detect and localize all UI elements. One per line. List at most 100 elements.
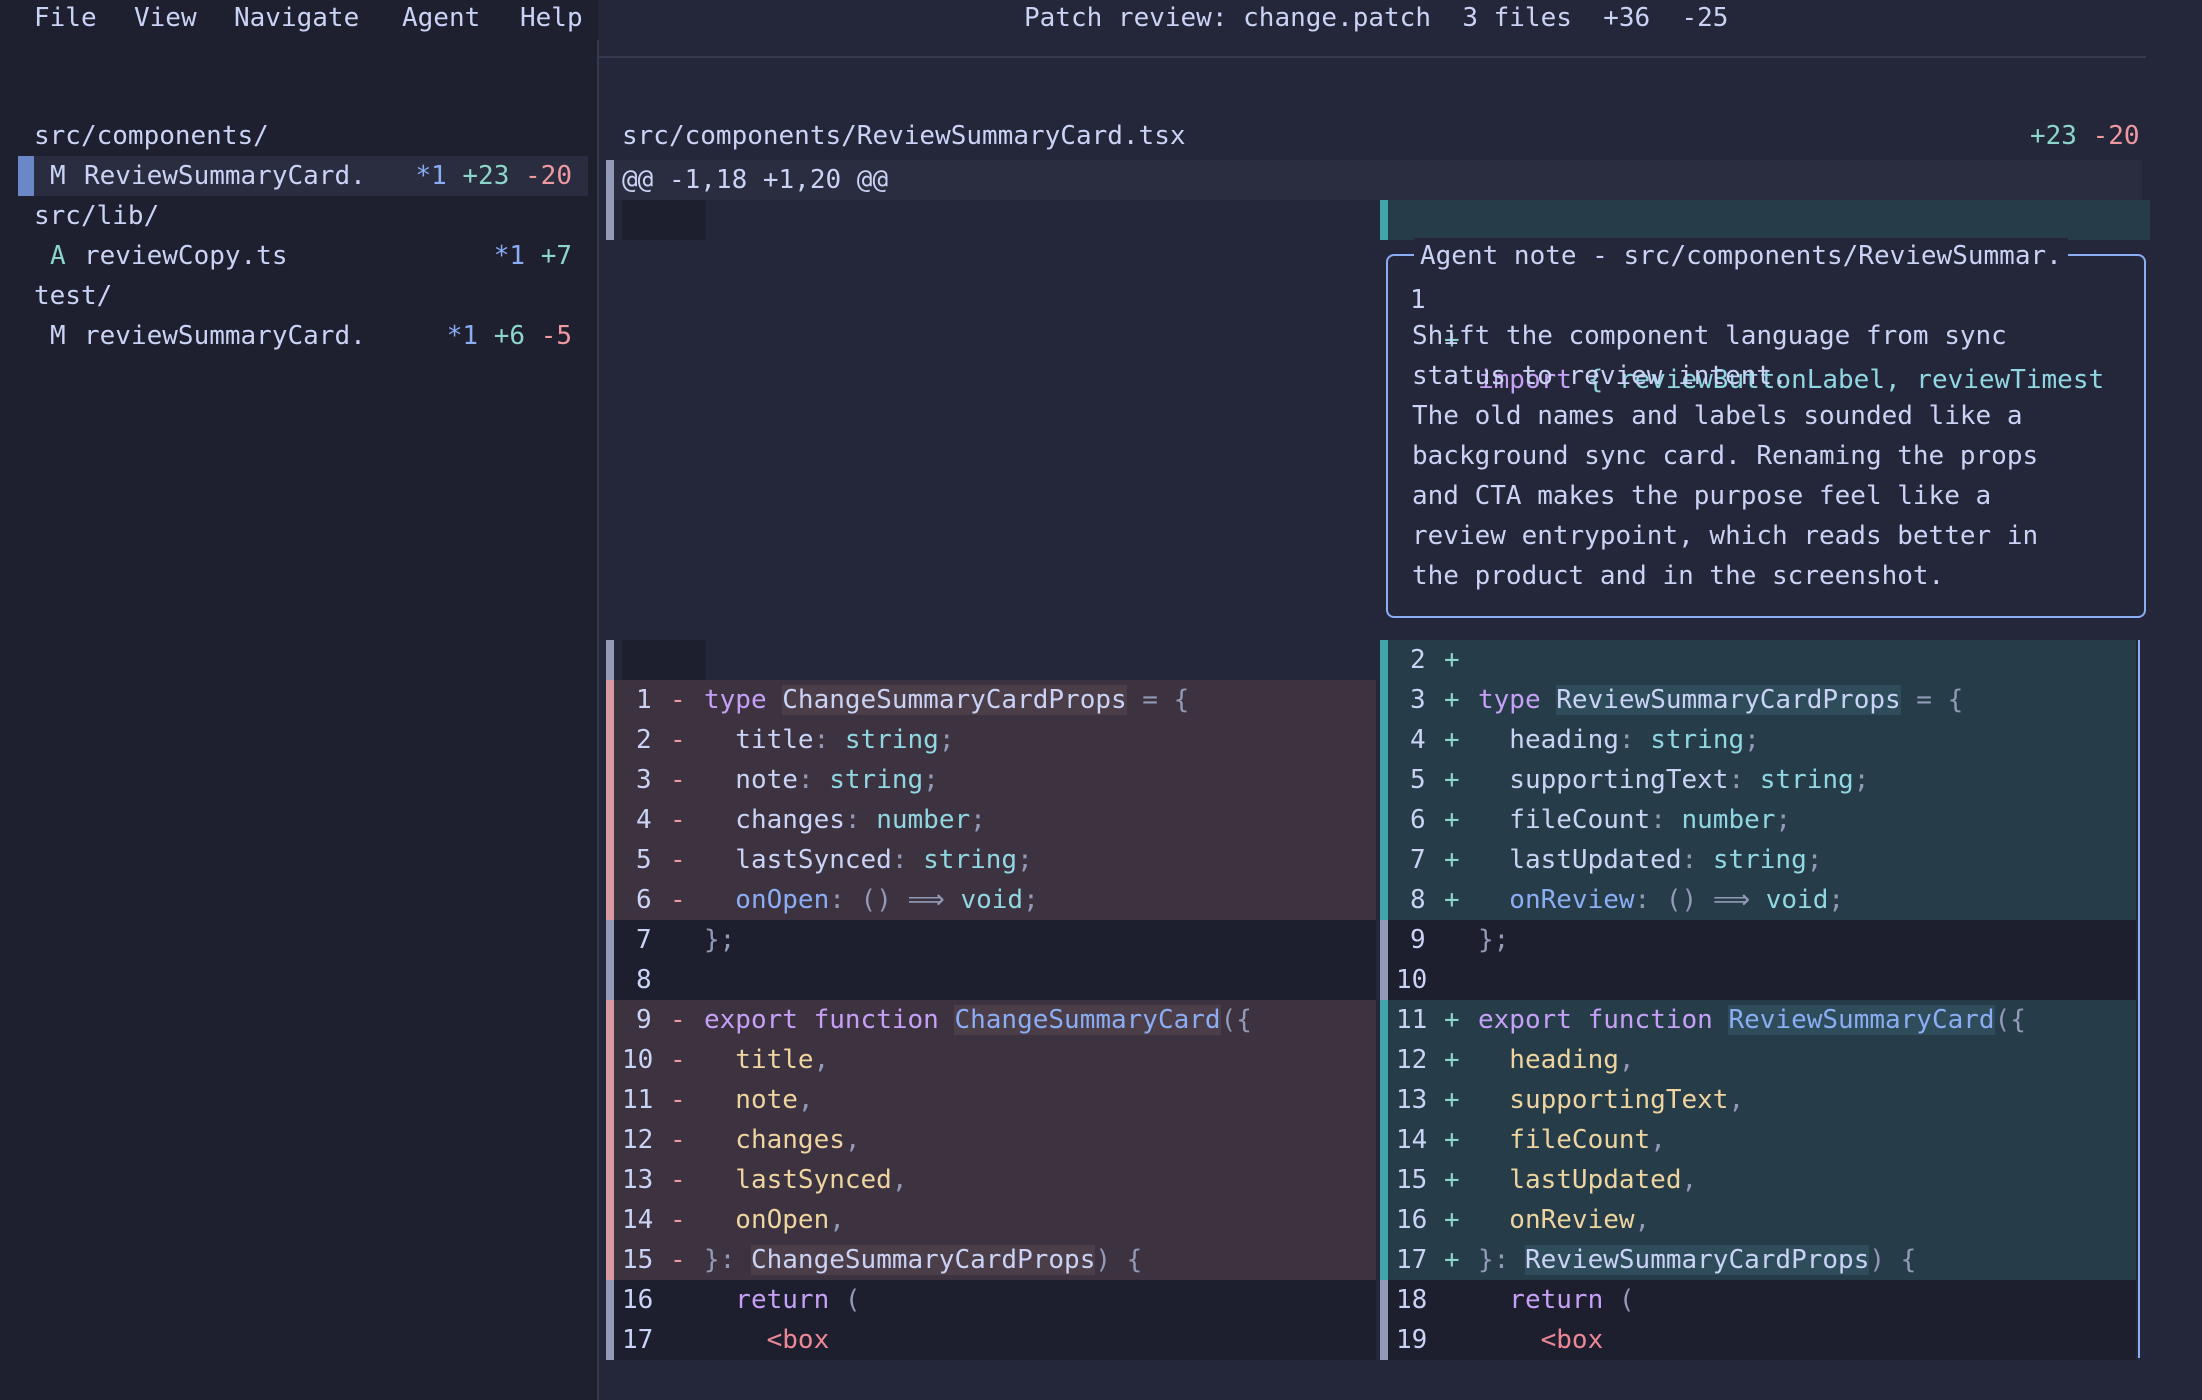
code-text: type ReviewSummaryCardProps = { [1478, 680, 1963, 720]
code-token: supportingText [1478, 765, 1729, 795]
gutter-mark [606, 920, 614, 960]
code-token: note [704, 1085, 798, 1115]
agent-note-line: The old names and labels sounded like a [1412, 401, 2023, 431]
code-text: note: string; [704, 760, 939, 800]
agent-note-line: status to review intent. [1412, 361, 1788, 391]
menu-agent[interactable]: Agent [402, 0, 480, 36]
code-text: onReview: () ⟹ void; [1478, 880, 1844, 920]
code-token: : [813, 725, 845, 755]
code-token: <box [704, 1325, 830, 1355]
diff-sign: - [670, 805, 686, 835]
code-token: , [1650, 1125, 1666, 1155]
menu-view[interactable]: View [134, 0, 197, 36]
code-token: function [1587, 1005, 1729, 1035]
code-text: return ( [1478, 1280, 1634, 1320]
file-added: +7 [540, 241, 572, 271]
gutter-mark [1380, 920, 1388, 960]
right-diff-line: 10 [1380, 960, 2136, 1000]
code-token: , [844, 1125, 861, 1155]
agent-note-line: and CTA makes the purpose feel like a [1412, 481, 1992, 511]
right-diff-line: 16 + onReview, [1380, 1200, 2136, 1240]
line-number: 2 [1410, 645, 1426, 675]
diff-sign: + [1444, 1205, 1460, 1235]
code-token: heading [1478, 1045, 1619, 1075]
code-text: heading: string; [1478, 720, 1759, 760]
gutter-mark [606, 1280, 614, 1320]
code-token: void [960, 885, 1024, 915]
code-token: , [829, 1205, 845, 1235]
title-removed: -25 [1681, 3, 1729, 33]
code-token: onOpen [704, 885, 830, 915]
sidebar-dir: src/components/ [34, 121, 269, 151]
gutter-mark [606, 640, 614, 680]
line-number: 3 [1410, 685, 1426, 715]
right-scroll-track[interactable] [2138, 640, 2140, 1358]
code-text: lastSynced, [704, 1160, 908, 1200]
gutter-mark [606, 1120, 614, 1160]
code-token: fileCount [1478, 805, 1651, 835]
right-diff-line: 8 + onReview: () ⟹ void; [1380, 880, 2136, 920]
diff-sign: - [670, 725, 686, 755]
menu-file[interactable]: File [34, 0, 97, 36]
diff-file-stats: +23 -20 [2030, 116, 2140, 156]
code-token: , [813, 1045, 830, 1075]
gutter-mark [1380, 1000, 1388, 1040]
code-token: ReviewSummaryCardProps [1556, 685, 1901, 715]
code-token: ReviewSummaryCardProps [1524, 1245, 1870, 1275]
diff-removed-count: -20 [2092, 121, 2140, 151]
gutter-mark [1380, 1240, 1388, 1280]
line-number: 8 [1410, 885, 1426, 915]
code-token: : [844, 805, 877, 835]
file-status: A [50, 241, 66, 271]
file-name: reviewSummaryCard. [84, 321, 366, 351]
sidebar-file-item[interactable]: MreviewSummaryCard. *1 +6 -5 [18, 316, 588, 356]
code-token: onOpen [704, 1205, 830, 1235]
code-token: ; [1853, 765, 1870, 795]
left-diff-line: 12- changes, [606, 1120, 1376, 1160]
line-number: 17 [1396, 1245, 1428, 1275]
file-name: reviewCopy.ts [84, 241, 288, 271]
menu-help[interactable]: Help [520, 0, 583, 36]
code-token: return [704, 1285, 845, 1315]
line-number: 4 [1410, 725, 1426, 755]
gutter-mark [606, 1000, 614, 1040]
file-note-count: *1 [415, 161, 447, 191]
gutter-mark [1380, 840, 1388, 880]
code-token: changes [704, 805, 845, 835]
sidebar-dir: src/lib/ [34, 201, 160, 231]
line-number: 1 [636, 685, 652, 715]
code-token: ; [970, 805, 986, 835]
file-note-count: *1 [446, 321, 479, 351]
code-token: onReview [1478, 885, 1635, 915]
code-token: , [891, 1165, 908, 1195]
code-token: , [1618, 1045, 1635, 1075]
line-number: 11 [1396, 1005, 1428, 1035]
code-token: function [813, 1005, 955, 1035]
line-number: 5 [636, 845, 652, 875]
code-token: return [1478, 1285, 1619, 1315]
code-token: lastUpdated [1478, 1165, 1682, 1195]
code-token: }; [704, 925, 736, 955]
code-token: lastUpdated [1478, 845, 1682, 875]
left-diff-line: 15-}: ChangeSummaryCardProps) { [606, 1240, 1376, 1280]
agent-note-line: the product and in the screenshot. [1412, 561, 1945, 591]
code-token: ChangeSummaryCardProps [782, 685, 1127, 715]
sidebar-file-item[interactable]: AreviewCopy.ts *1 +7 [18, 236, 588, 276]
gutter-mark [1380, 1120, 1388, 1160]
gutter-mark [606, 800, 614, 840]
code-token: : () ⟹ [1634, 885, 1766, 915]
line-number: 10 [622, 1045, 654, 1075]
line-number: 12 [1396, 1045, 1428, 1075]
gutter-mark [606, 960, 614, 1000]
right-diff-line: 13 + supportingText, [1380, 1080, 2136, 1120]
menu-navigate[interactable]: Navigate [234, 0, 359, 36]
code-token: type [704, 685, 783, 715]
code-token: ; [1775, 805, 1792, 835]
sidebar-file-item[interactable]: M ReviewSummaryCard. *1 +23 -20 [18, 156, 588, 196]
diff-file-path: src/components/ReviewSummaryCard.tsx [622, 121, 1186, 151]
file-status: M [50, 161, 66, 191]
left-diff-line: 6- onOpen: () ⟹ void; [606, 880, 1376, 920]
diff-sign: + [1444, 1125, 1460, 1155]
code-token: lastSynced [704, 845, 892, 875]
hunk-header: @@ -1,18 +1,20 @@ [622, 165, 889, 195]
